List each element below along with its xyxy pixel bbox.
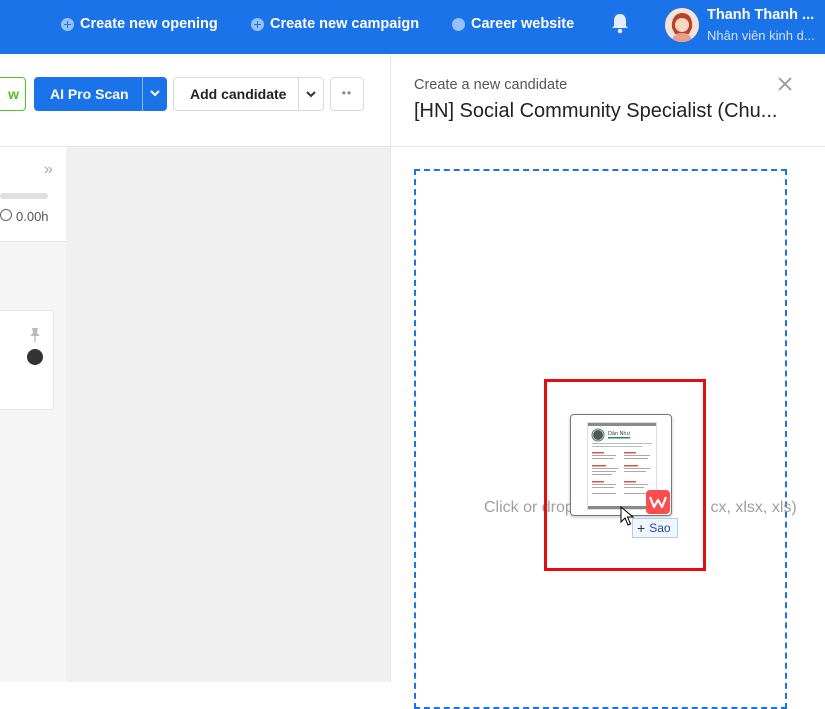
chevron-down-icon[interactable]: [148, 85, 162, 101]
ai-pro-scan-label: AI Pro Scan: [50, 86, 129, 102]
panel-title: [HN] Social Community Specialist (Chu...: [414, 100, 778, 122]
candidate-card[interactable]: [0, 310, 54, 410]
panel-subtitle: Create a new candidate: [414, 77, 568, 93]
partial-green-button[interactable]: w: [0, 77, 26, 111]
pipeline-area: w AI Pro Scan Add candidate •• » 0.00h: [0, 54, 390, 682]
more-options-button[interactable]: ••: [330, 77, 364, 111]
plus-circle-icon: [61, 17, 74, 31]
user-name[interactable]: Thanh Thanh ...: [707, 7, 814, 23]
add-candidate-label: Add candidate: [190, 86, 287, 102]
candidate-avatar: [27, 349, 43, 365]
plus-circle-icon: [251, 17, 264, 31]
create-new-campaign-link[interactable]: Create new campaign: [251, 14, 419, 34]
globe-icon: [452, 17, 465, 31]
close-icon[interactable]: [777, 76, 793, 92]
double-chevron-right-icon[interactable]: »: [44, 161, 53, 179]
stage-time: 0.00h: [16, 209, 49, 224]
timer-icon: [0, 209, 12, 221]
create-new-opening-link[interactable]: Create new opening: [61, 14, 218, 34]
more-dots-icon: ••: [341, 86, 353, 100]
dropzone-instruction-tail: cx, xlsx, xls): [710, 499, 797, 516]
career-website-link[interactable]: Career website: [452, 14, 574, 34]
add-candidate-button[interactable]: Add candidate: [173, 77, 324, 111]
button-divider: [142, 77, 143, 111]
user-role: Nhân viên kinh d...: [707, 28, 815, 43]
ai-pro-scan-button[interactable]: AI Pro Scan: [34, 77, 167, 111]
user-avatar[interactable]: [665, 8, 699, 42]
pipeline-toolbar: w AI Pro Scan Add candidate ••: [0, 54, 390, 147]
create-new-opening-label: Create new opening: [80, 16, 218, 32]
top-navigation-bar: Create new opening Create new campaign C…: [0, 0, 825, 54]
pipeline-column: » 0.00h: [0, 147, 66, 682]
partial-green-button-label: w: [8, 86, 19, 102]
button-divider: [298, 77, 299, 111]
red-highlight-box: [544, 379, 706, 571]
panel-divider: [391, 146, 825, 147]
create-new-campaign-label: Create new campaign: [270, 16, 420, 32]
pin-icon[interactable]: [29, 327, 41, 343]
chevron-down-icon[interactable]: [304, 86, 318, 102]
create-candidate-panel: Create a new candidate [HN] Social Commu…: [390, 54, 825, 709]
bell-icon[interactable]: [610, 12, 630, 34]
pipeline-column-header: » 0.00h: [0, 147, 66, 242]
stage-progress-bar: [0, 193, 48, 199]
career-website-label: Career website: [471, 16, 575, 32]
